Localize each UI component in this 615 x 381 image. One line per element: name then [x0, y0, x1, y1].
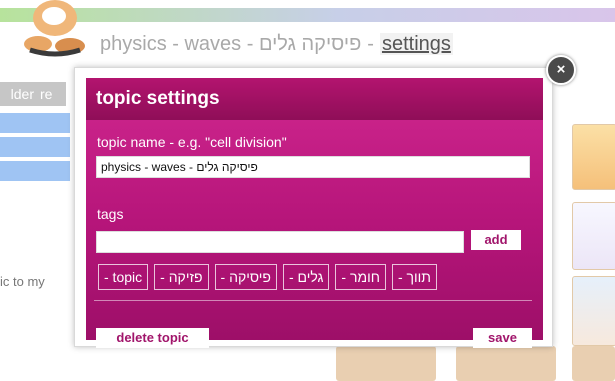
topic-name-input[interactable] [96, 156, 530, 178]
add-topic-text[interactable]: ic to my [0, 274, 45, 289]
delete-topic-button[interactable]: delete topic [96, 328, 209, 348]
close-icon[interactable]: × [546, 55, 576, 85]
tags-label: tags [97, 206, 124, 222]
sidebar-bar[interactable] [0, 161, 70, 181]
tag-list: - topic - פזיקה - פיסיקה - גלים - חומר -… [98, 264, 437, 290]
thumbnail[interactable] [456, 346, 556, 381]
builder-tab[interactable]: lder [0, 82, 38, 106]
second-tab[interactable]: re [36, 82, 66, 106]
topic-settings-dialog: topic settings [74, 67, 553, 347]
tag-chip[interactable]: - פזיקה [154, 264, 209, 290]
thumbnail[interactable] [336, 346, 436, 381]
tags-input[interactable] [96, 231, 464, 253]
page-title-separator: - [367, 33, 374, 55]
tag-chip[interactable]: - topic [98, 264, 149, 290]
tag-chip[interactable]: - גלים [282, 264, 330, 290]
tag-chip[interactable]: - פיסיקה [214, 264, 277, 290]
topic-name-label: topic name - e.g. "cell division" [97, 134, 287, 150]
thumbnail[interactable] [572, 202, 615, 270]
page-title: physics - waves - פיסיקה גלים - settings [100, 33, 453, 56]
mascot-logo [24, 0, 85, 57]
settings-link[interactable]: settings [379, 33, 453, 55]
save-button[interactable]: save [473, 328, 532, 348]
page-title-topic: physics - waves - פיסיקה גלים [100, 33, 362, 55]
thumbnail[interactable] [572, 124, 615, 190]
top-stripe [0, 8, 615, 22]
dialog-title: topic settings [86, 78, 543, 120]
tag-chip[interactable]: - תווך [391, 264, 437, 290]
add-tag-button[interactable]: add [471, 230, 521, 250]
sidebar-bar[interactable] [0, 113, 70, 133]
divider [94, 300, 532, 301]
thumbnail[interactable] [572, 346, 615, 381]
thumbnail[interactable] [572, 276, 615, 346]
sidebar-bar[interactable] [0, 137, 70, 157]
tag-chip[interactable]: - חומר [335, 264, 386, 290]
